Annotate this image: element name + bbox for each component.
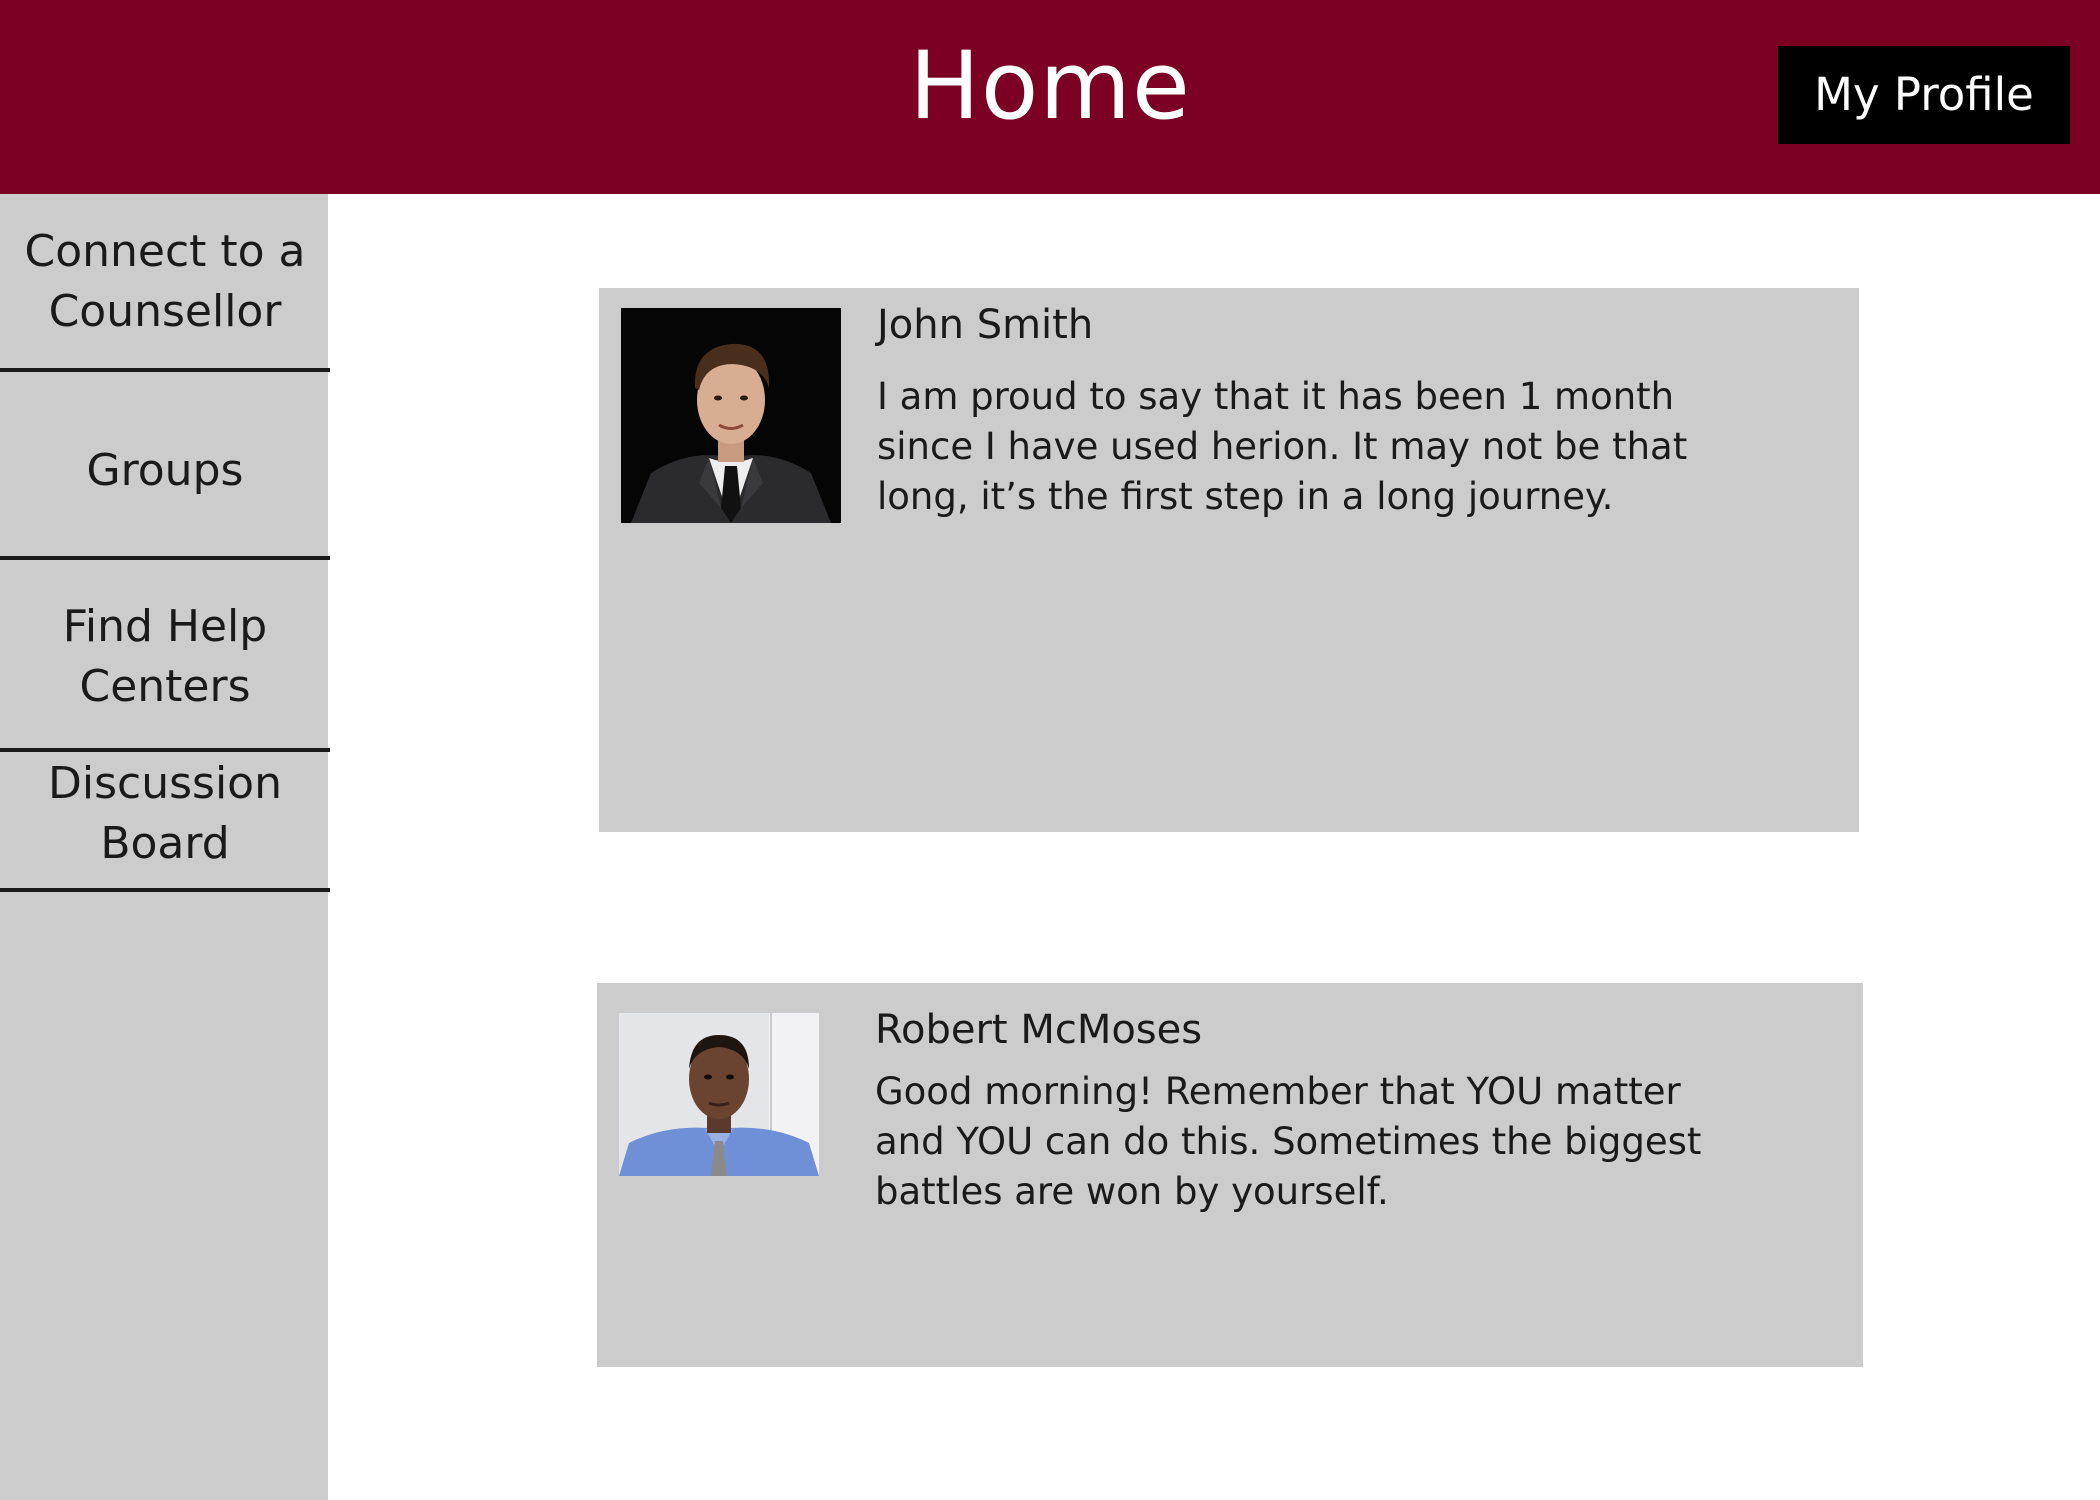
post-author-name[interactable]: Robert McMoses bbox=[875, 1005, 1202, 1055]
post-card: John Smith I am proud to say that it has… bbox=[599, 288, 1859, 832]
avatar[interactable] bbox=[621, 308, 841, 523]
sidebar-divider bbox=[0, 368, 330, 372]
person-in-suit-photo-icon bbox=[621, 308, 841, 523]
top-header: Home My Profile bbox=[0, 0, 2100, 194]
sidebar-item-discussion-board[interactable]: Discussion Board bbox=[0, 746, 330, 1080]
post-text: I am proud to say that it has been 1 mon… bbox=[877, 375, 1688, 518]
sidebar-item-label: Groups bbox=[86, 445, 244, 496]
sidebar-item-connect-counsellor[interactable]: Connect to a Counsellor bbox=[0, 194, 330, 370]
sidebar-item-find-help-centers[interactable]: Find Help Centers bbox=[0, 572, 330, 742]
sidebar-item-label: Connect to a Counsellor bbox=[24, 226, 306, 337]
sidebar-item-groups[interactable]: Groups bbox=[0, 374, 330, 568]
sidebar-divider bbox=[0, 888, 330, 892]
my-profile-button[interactable]: My Profile bbox=[1778, 46, 2070, 144]
post-text: Good morning! Remember that YOU matter a… bbox=[875, 1070, 1702, 1213]
post-card: Robert McMoses Good morning! Remember th… bbox=[597, 983, 1863, 1367]
sidebar-nav: Connect to a Counsellor Groups Find Help… bbox=[0, 194, 330, 1500]
post-author-name[interactable]: John Smith bbox=[877, 300, 1093, 350]
avatar[interactable] bbox=[619, 1013, 819, 1176]
sidebar-item-label: Discussion Board bbox=[48, 758, 282, 869]
person-in-blue-shirt-photo-icon bbox=[619, 1013, 819, 1176]
sidebar-divider bbox=[0, 556, 330, 560]
sidebar-item-label: Find Help Centers bbox=[62, 601, 268, 712]
